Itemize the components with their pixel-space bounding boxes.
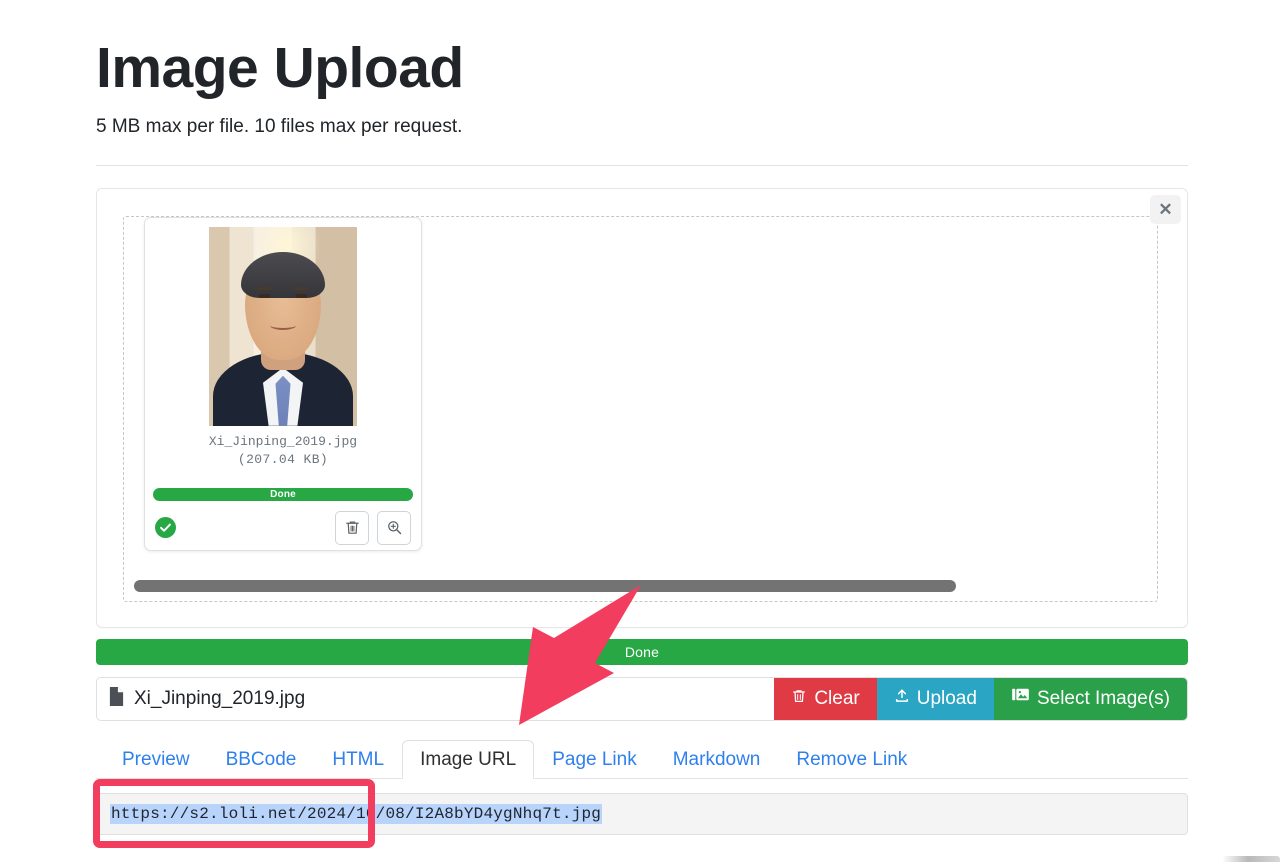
- upload-icon: [894, 688, 910, 710]
- dropzone[interactable]: Xi_Jinping_2019.jpg (207.04 KB) Done: [123, 215, 1158, 602]
- thumbnail-progress-label: Done: [270, 488, 296, 500]
- thumbnail-image: [145, 226, 421, 426]
- page-title: Image Upload: [96, 36, 464, 100]
- image-url-output: https://s2.loli.net/2024/10/08/I2A8bYD4y…: [93, 778, 1188, 848]
- bottom-edge-sliver: [1222, 856, 1280, 862]
- select-images-button-label: Select Image(s): [1036, 687, 1170, 709]
- dropzone-horizontal-scrollbar[interactable]: [134, 579, 1149, 592]
- image-url-value: https://s2.loli.net/2024/10/08/I2A8bYD4y…: [110, 803, 603, 824]
- selected-file-display[interactable]: Xi_Jinping_2019.jpg: [97, 678, 774, 720]
- tab-preview[interactable]: Preview: [104, 740, 208, 779]
- upload-card: ✕ Xi_Jinping_2019.jpg (207.04 KB) Done: [96, 187, 1188, 628]
- tab-page-link[interactable]: Page Link: [534, 740, 655, 779]
- tab-remove-link[interactable]: Remove Link: [778, 740, 925, 779]
- thumbnail-card[interactable]: Xi_Jinping_2019.jpg (207.04 KB) Done: [144, 216, 422, 551]
- thumbnail-file-size: (207.04 KB): [237, 451, 329, 467]
- thumbnail-file-name: Xi_Jinping_2019.jpg: [208, 433, 358, 449]
- page-subtitle: 5 MB max per file. 10 files max per requ…: [96, 116, 463, 137]
- images-icon: [1011, 687, 1030, 710]
- clear-button-label: Clear: [814, 687, 860, 709]
- link-format-tabs: Preview BBCode HTML Image URL Page Link …: [96, 737, 1188, 779]
- global-progress-label: Done: [624, 643, 660, 660]
- file-name-label: Xi_Jinping_2019.jpg: [134, 687, 306, 709]
- tab-image-url[interactable]: Image URL: [402, 739, 535, 779]
- image-upload-page: Image Upload 5 MB max per file. 10 files…: [0, 0, 1280, 862]
- page-container: Image Upload 5 MB max per file. 10 files…: [93, 0, 1188, 848]
- success-check-icon: [155, 517, 176, 539]
- tab-markdown[interactable]: Markdown: [655, 740, 779, 779]
- portrait-preview: [209, 226, 357, 426]
- select-images-button[interactable]: Select Image(s): [993, 677, 1187, 720]
- upload-button-label: Upload: [916, 687, 977, 709]
- delete-thumbnail-button[interactable]: [335, 510, 369, 545]
- clear-button[interactable]: Clear: [774, 677, 877, 720]
- zoom-in-thumbnail-button[interactable]: [377, 510, 411, 545]
- thumbnail-progress-bar: Done: [153, 487, 413, 501]
- thumbnail-actions: [155, 510, 411, 546]
- global-progress-bar: Done: [96, 638, 1188, 665]
- scrollbar-thumb[interactable]: [134, 579, 957, 592]
- close-icon[interactable]: ✕: [1150, 194, 1181, 224]
- upload-button[interactable]: Upload: [876, 677, 994, 720]
- thumbnail-list: Xi_Jinping_2019.jpg (207.04 KB) Done: [144, 216, 1157, 567]
- file-input-row: Xi_Jinping_2019.jpg Clear Upload Select …: [96, 676, 1188, 721]
- header-divider: [96, 164, 1188, 166]
- image-url-input[interactable]: https://s2.loli.net/2024/10/08/I2A8bYD4y…: [96, 792, 1188, 835]
- file-icon: [108, 686, 125, 712]
- tab-html[interactable]: HTML: [314, 740, 402, 779]
- trash-icon: [791, 688, 807, 710]
- tab-bbcode[interactable]: BBCode: [208, 740, 315, 779]
